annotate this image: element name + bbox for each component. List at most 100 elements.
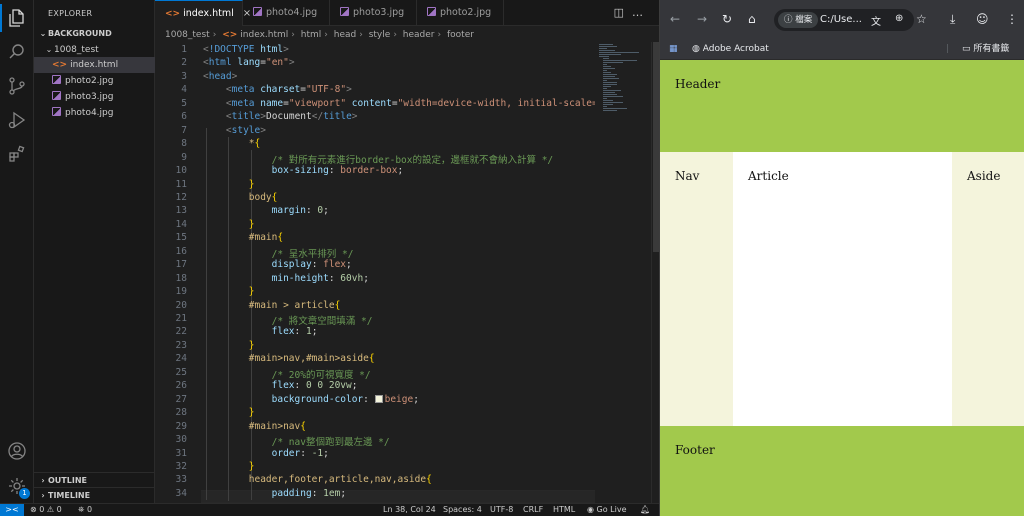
file-photo4[interactable]: photo4.jpg — [34, 105, 155, 121]
all-bookmarks-folder[interactable]: ▭ 所有書籤 — [962, 42, 1009, 56]
code-line[interactable]: <head> — [203, 71, 237, 82]
language-mode[interactable]: HTML — [553, 504, 575, 516]
code-line[interactable]: /* 呈水平排列 */ — [203, 246, 354, 260]
extensions-icon[interactable] — [7, 144, 27, 164]
folder-1008-test[interactable]: ⌄ 1008_test — [34, 42, 155, 58]
code-line[interactable]: padding: 1em; — [203, 488, 346, 499]
code-line[interactable]: /* 對所有元素進行border-box的設定，邊框就不會納入計算 */ — [203, 152, 554, 166]
code-line[interactable]: /* nav整個跑到最左邊 */ — [203, 434, 390, 448]
tab-photo3[interactable]: photo3.jpg — [330, 0, 417, 26]
minimap[interactable] — [595, 42, 651, 503]
file-index-html[interactable]: <> index.html — [34, 57, 155, 73]
code-line[interactable]: *{ — [203, 138, 260, 149]
tab-index-html[interactable]: <> index.html × — [155, 0, 251, 26]
chevron-right-icon: › — [41, 491, 45, 500]
image-file-icon — [253, 7, 262, 16]
eol-setting[interactable]: CRLF — [523, 504, 543, 516]
outline-section[interactable]: › OUTLINE — [34, 472, 155, 488]
code-line[interactable]: display: flex; — [203, 259, 352, 270]
breadcrumb-item[interactable]: footer — [447, 30, 474, 40]
source-control-icon[interactable] — [7, 76, 27, 96]
bookmark-adobe-acrobat[interactable]: ◍ Adobe Acrobat — [692, 42, 769, 56]
split-editor-icon[interactable]: ◫ — [614, 6, 632, 19]
code-token: header,footer,article,nav,aside — [248, 474, 427, 486]
code-token: /* 將文章空間填滿 */ — [271, 316, 373, 327]
code-line[interactable]: <meta charset="UTF-8"> — [203, 84, 352, 95]
notifications-bell-icon[interactable]: 🔔︎ — [640, 504, 650, 516]
code-line[interactable]: } — [203, 179, 255, 190]
code-line[interactable]: flex: 1; — [203, 326, 318, 337]
code-line[interactable]: <title>Document</title> — [203, 111, 358, 122]
indentation-setting[interactable]: Spaces: 4 — [443, 504, 482, 516]
code-line[interactable]: } — [203, 286, 255, 297]
code-line[interactable]: <style> — [203, 125, 266, 136]
code-editor[interactable]: 1 <!DOCTYPE html> 2 <html lang="en"> 3 <head>… — [155, 42, 595, 503]
breadcrumb-item[interactable]: head — [334, 30, 356, 40]
code-line[interactable]: } — [203, 407, 255, 418]
file-photo3[interactable]: photo3.jpg — [34, 89, 155, 105]
run-debug-icon[interactable] — [7, 110, 27, 130]
remote-indicator[interactable]: >< — [0, 504, 24, 516]
profile-avatar-icon[interactable]: ☺ — [976, 12, 989, 26]
code-line[interactable]: } — [203, 219, 255, 230]
code-token: : — [363, 393, 375, 405]
code-line[interactable]: body{ — [203, 192, 278, 203]
home-icon[interactable]: ⌂ — [748, 12, 756, 26]
address-bar[interactable]: ⓘ 檔案 C:/Use... — [774, 9, 914, 31]
cursor-position[interactable]: Ln 38, Col 24 — [383, 504, 436, 516]
breadcrumb-item[interactable]: html — [301, 30, 322, 40]
translate-icon[interactable]: ⽂ — [871, 13, 881, 28]
tab-photo4[interactable]: photo4.jpg — [243, 0, 330, 26]
more-menu-icon[interactable]: ⋮ — [1006, 12, 1018, 26]
code-token: "viewport" — [288, 97, 347, 109]
bookmark-star-icon[interactable]: ☆ — [916, 12, 927, 26]
search-icon[interactable] — [7, 42, 27, 62]
go-live-button[interactable]: ◉ Go Live — [587, 504, 627, 516]
code-line[interactable]: flex: 0 0 20vw; — [203, 380, 358, 391]
url-text[interactable]: C:/Use... — [820, 12, 862, 28]
code-line[interactable]: <!DOCTYPE html> — [203, 44, 289, 55]
editor-scrollbar[interactable] — [651, 42, 659, 503]
download-icon[interactable]: ⤓ — [950, 12, 955, 27]
code-line[interactable]: min-height: 60vh; — [203, 273, 369, 284]
code-line[interactable]: order: -1; — [203, 448, 329, 459]
code-line[interactable]: <html lang="en"> — [203, 57, 295, 68]
code-line[interactable]: } — [203, 340, 255, 351]
zoom-icon[interactable]: ⊕ — [895, 13, 903, 24]
code-line[interactable]: /* 20%的可視寬度 */ — [203, 367, 371, 381]
manage-gear-icon[interactable]: 1 — [7, 476, 30, 499]
ports-indicator[interactable]: ⛯ 0 — [78, 504, 92, 516]
breadcrumb-item[interactable]: header — [403, 30, 435, 40]
code-token: html — [208, 57, 232, 69]
code-line[interactable]: #main > article{ — [203, 300, 341, 311]
code-line[interactable]: header,footer,article,nav,aside{ — [203, 474, 432, 485]
reload-icon[interactable]: ↻ — [722, 12, 732, 26]
breadcrumb-item[interactable]: 1008_test — [165, 30, 210, 40]
code-line[interactable]: margin: 0; — [203, 205, 329, 216]
code-line[interactable]: } — [203, 461, 255, 472]
back-arrow-icon[interactable]: ← — [670, 12, 680, 26]
breadcrumb-item[interactable]: index.html — [240, 30, 288, 40]
code-line[interactable]: <meta name="viewport" content="width=dev… — [203, 98, 595, 109]
code-line[interactable]: background-color: beige; — [203, 394, 419, 405]
apps-grid-icon[interactable]: ▦ — [669, 42, 678, 56]
tab-photo2[interactable]: photo2.jpg — [417, 0, 504, 26]
code-line[interactable]: box-sizing: border-box; — [203, 165, 404, 176]
timeline-section[interactable]: › TIMELINE — [34, 487, 155, 503]
breadcrumb-item[interactable]: style — [369, 30, 391, 40]
account-icon[interactable] — [7, 441, 27, 461]
line-number: 24 — [175, 353, 187, 365]
explorer-icon[interactable] — [7, 8, 27, 28]
code-line[interactable]: #main>nav{ — [203, 421, 306, 432]
code-line[interactable]: /* 將文章空間填滿 */ — [203, 313, 373, 327]
file-scheme-chip[interactable]: ⓘ 檔案 — [778, 12, 819, 28]
code-line[interactable]: #main>nav,#main>aside{ — [203, 353, 375, 364]
encoding-setting[interactable]: UTF-8 — [490, 504, 513, 516]
folder-root-background[interactable]: ⌄ BACKGROUND — [34, 26, 155, 42]
file-photo2[interactable]: photo2.jpg — [34, 73, 155, 89]
forward-arrow-icon[interactable]: → — [697, 12, 707, 26]
code-line[interactable]: #main{ — [203, 232, 283, 243]
problems-indicator[interactable]: ⊗ 0 ⚠ 0 — [30, 504, 62, 516]
more-actions-icon[interactable]: … — [632, 6, 651, 19]
